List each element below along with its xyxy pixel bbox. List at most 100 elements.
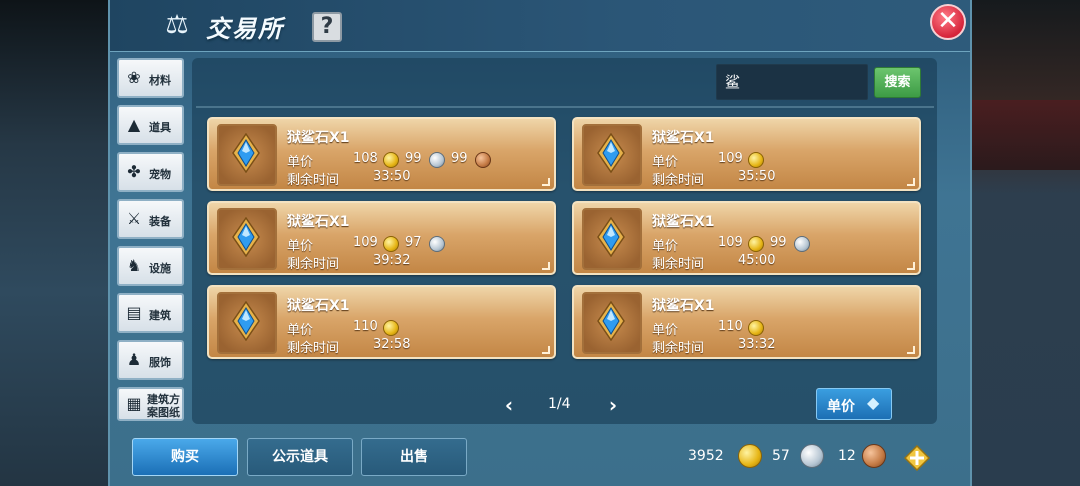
item-name: 狱鲨石X1 — [287, 130, 350, 146]
clothes-icon: ♟ — [126, 350, 142, 369]
page-title: 交易所 — [206, 15, 284, 43]
materials-icon: ❀ — [127, 68, 141, 87]
category-blueprints[interactable]: ▦ 建筑方案图纸 — [117, 387, 184, 421]
sort-by-price-button[interactable]: 单价 ◆ — [816, 388, 892, 420]
time-label: 剩余时间 — [652, 257, 705, 272]
copper-amount: 12 — [838, 448, 856, 464]
gold-amount: 3952 — [688, 448, 724, 464]
time-label: 剩余时间 — [652, 341, 705, 356]
category-label: 建筑方案图纸 — [147, 393, 180, 419]
tab-public-items[interactable]: 公示道具 — [247, 438, 353, 476]
copper-coin-icon — [862, 444, 886, 468]
page-indicator: 1/4 — [548, 396, 571, 412]
corner-marker — [542, 346, 550, 354]
add-currency-button[interactable] — [904, 445, 930, 471]
listing-card[interactable]: 狱鲨石X1 单价 剩余时间 109 97 39:32 — [207, 201, 556, 275]
category-facilities[interactable]: ♞ 设施 — [117, 246, 184, 286]
shark-stone-gem-icon — [597, 133, 625, 173]
tab-sell[interactable]: 出售 — [361, 438, 467, 476]
blueprint-icon: ▦ — [126, 394, 142, 413]
background-scene-left — [0, 0, 110, 486]
gold-coin-icon — [738, 444, 762, 468]
listing-card[interactable]: 狱鲨石X1 单价 剩余时间 109 99 45:00 — [572, 201, 921, 275]
listing-card[interactable]: 狱鲨石X1 单价 剩余时间 110 32:58 — [207, 285, 556, 359]
shark-stone-gem-icon — [232, 301, 260, 341]
listing-card[interactable]: 狱鲨石X1 单价 剩余时间 109 35:50 — [572, 117, 921, 191]
shark-stone-gem-icon — [232, 217, 260, 257]
item-name: 狱鲨石X1 — [287, 214, 350, 230]
paw-icon: ✤ — [127, 162, 141, 181]
price-label: 单价 — [652, 323, 679, 338]
sword-icon: ⚔ — [126, 209, 142, 228]
search-input[interactable]: 鲨 — [716, 64, 868, 100]
category-label: 宠物 — [149, 168, 171, 181]
silver-coin-icon — [429, 152, 445, 168]
category-materials[interactable]: ❀ 材料 — [117, 58, 184, 98]
category-label: 设施 — [149, 262, 171, 275]
copper-coin-icon — [475, 152, 491, 168]
price-label: 单价 — [287, 239, 314, 254]
background-scene-right — [968, 0, 1080, 486]
item-name: 狱鲨石X1 — [652, 298, 715, 314]
background-wall — [968, 100, 1080, 170]
sort-direction-icon: ◆ — [867, 393, 880, 412]
shark-stone-gem-icon — [597, 301, 625, 341]
category-label: 材料 — [149, 74, 171, 87]
gold-price: 110 — [718, 319, 743, 334]
gold-coin-icon — [748, 152, 764, 168]
corner-marker — [542, 262, 550, 270]
time-label: 剩余时间 — [287, 173, 340, 188]
gold-coin-icon — [383, 236, 399, 252]
corner-marker — [907, 346, 915, 354]
gold-coin-icon — [748, 236, 764, 252]
prev-page-button[interactable]: ‹ — [500, 394, 518, 416]
cone-icon: ▲ — [127, 115, 141, 134]
divider — [196, 106, 934, 108]
horse-icon: ♞ — [126, 256, 142, 275]
sort-label: 单价 — [827, 399, 855, 415]
category-label: 装备 — [149, 215, 171, 228]
remaining-time: 33:32 — [738, 337, 776, 352]
category-label: 道具 — [149, 121, 171, 134]
silver-coin-icon — [429, 236, 445, 252]
price-label: 单价 — [652, 155, 679, 170]
panel-header: ⚖ 交易所 — [110, 0, 970, 52]
silver-price: 99 — [405, 151, 422, 166]
price-label: 单价 — [652, 239, 679, 254]
gold-price: 109 — [718, 235, 743, 250]
remaining-time: 39:32 — [373, 253, 411, 268]
copper-price: 99 — [451, 151, 468, 166]
gold-price: 109 — [353, 235, 378, 250]
silver-amount: 57 — [772, 448, 790, 464]
time-label: 剩余时间 — [287, 341, 340, 356]
item-name: 狱鲨石X1 — [652, 214, 715, 230]
tab-buy[interactable]: 购买 — [132, 438, 238, 476]
scales-icon: ⚖ — [165, 10, 189, 40]
corner-marker — [907, 178, 915, 186]
time-label: 剩余时间 — [652, 173, 705, 188]
remaining-time: 33:50 — [373, 169, 411, 184]
category-props[interactable]: ▲ 道具 — [117, 105, 184, 145]
listing-card[interactable]: 狱鲨石X1 单价剩余时间 110 33:32 — [572, 285, 921, 359]
category-label: 服饰 — [149, 356, 171, 369]
close-button[interactable]: ✕ — [930, 4, 966, 40]
silver-coin-icon — [800, 444, 824, 468]
shark-stone-gem-icon — [232, 133, 260, 173]
category-clothes[interactable]: ♟ 服饰 — [117, 340, 184, 380]
gold-coin-icon — [383, 320, 399, 336]
category-buildings[interactable]: ▤ 建筑 — [117, 293, 184, 333]
category-equipment[interactable]: ⚔ 装备 — [117, 199, 184, 239]
time-label: 剩余时间 — [287, 257, 340, 272]
category-pets[interactable]: ✤ 宠物 — [117, 152, 184, 192]
next-page-button[interactable]: › — [604, 394, 622, 416]
gold-price: 110 — [353, 319, 378, 334]
item-name: 狱鲨石X1 — [652, 130, 715, 146]
brick-wall-icon: ▤ — [126, 303, 142, 322]
help-button[interactable]: ? — [312, 12, 342, 42]
gold-price: 109 — [718, 151, 743, 166]
listing-card[interactable]: 狱鲨石X1 单价 剩余时间 108 99 99 33:50 — [207, 117, 556, 191]
category-label: 建筑 — [149, 309, 171, 322]
item-name: 狱鲨石X1 — [287, 298, 350, 314]
search-button[interactable]: 搜索 — [874, 67, 921, 98]
gold-price: 108 — [353, 151, 378, 166]
